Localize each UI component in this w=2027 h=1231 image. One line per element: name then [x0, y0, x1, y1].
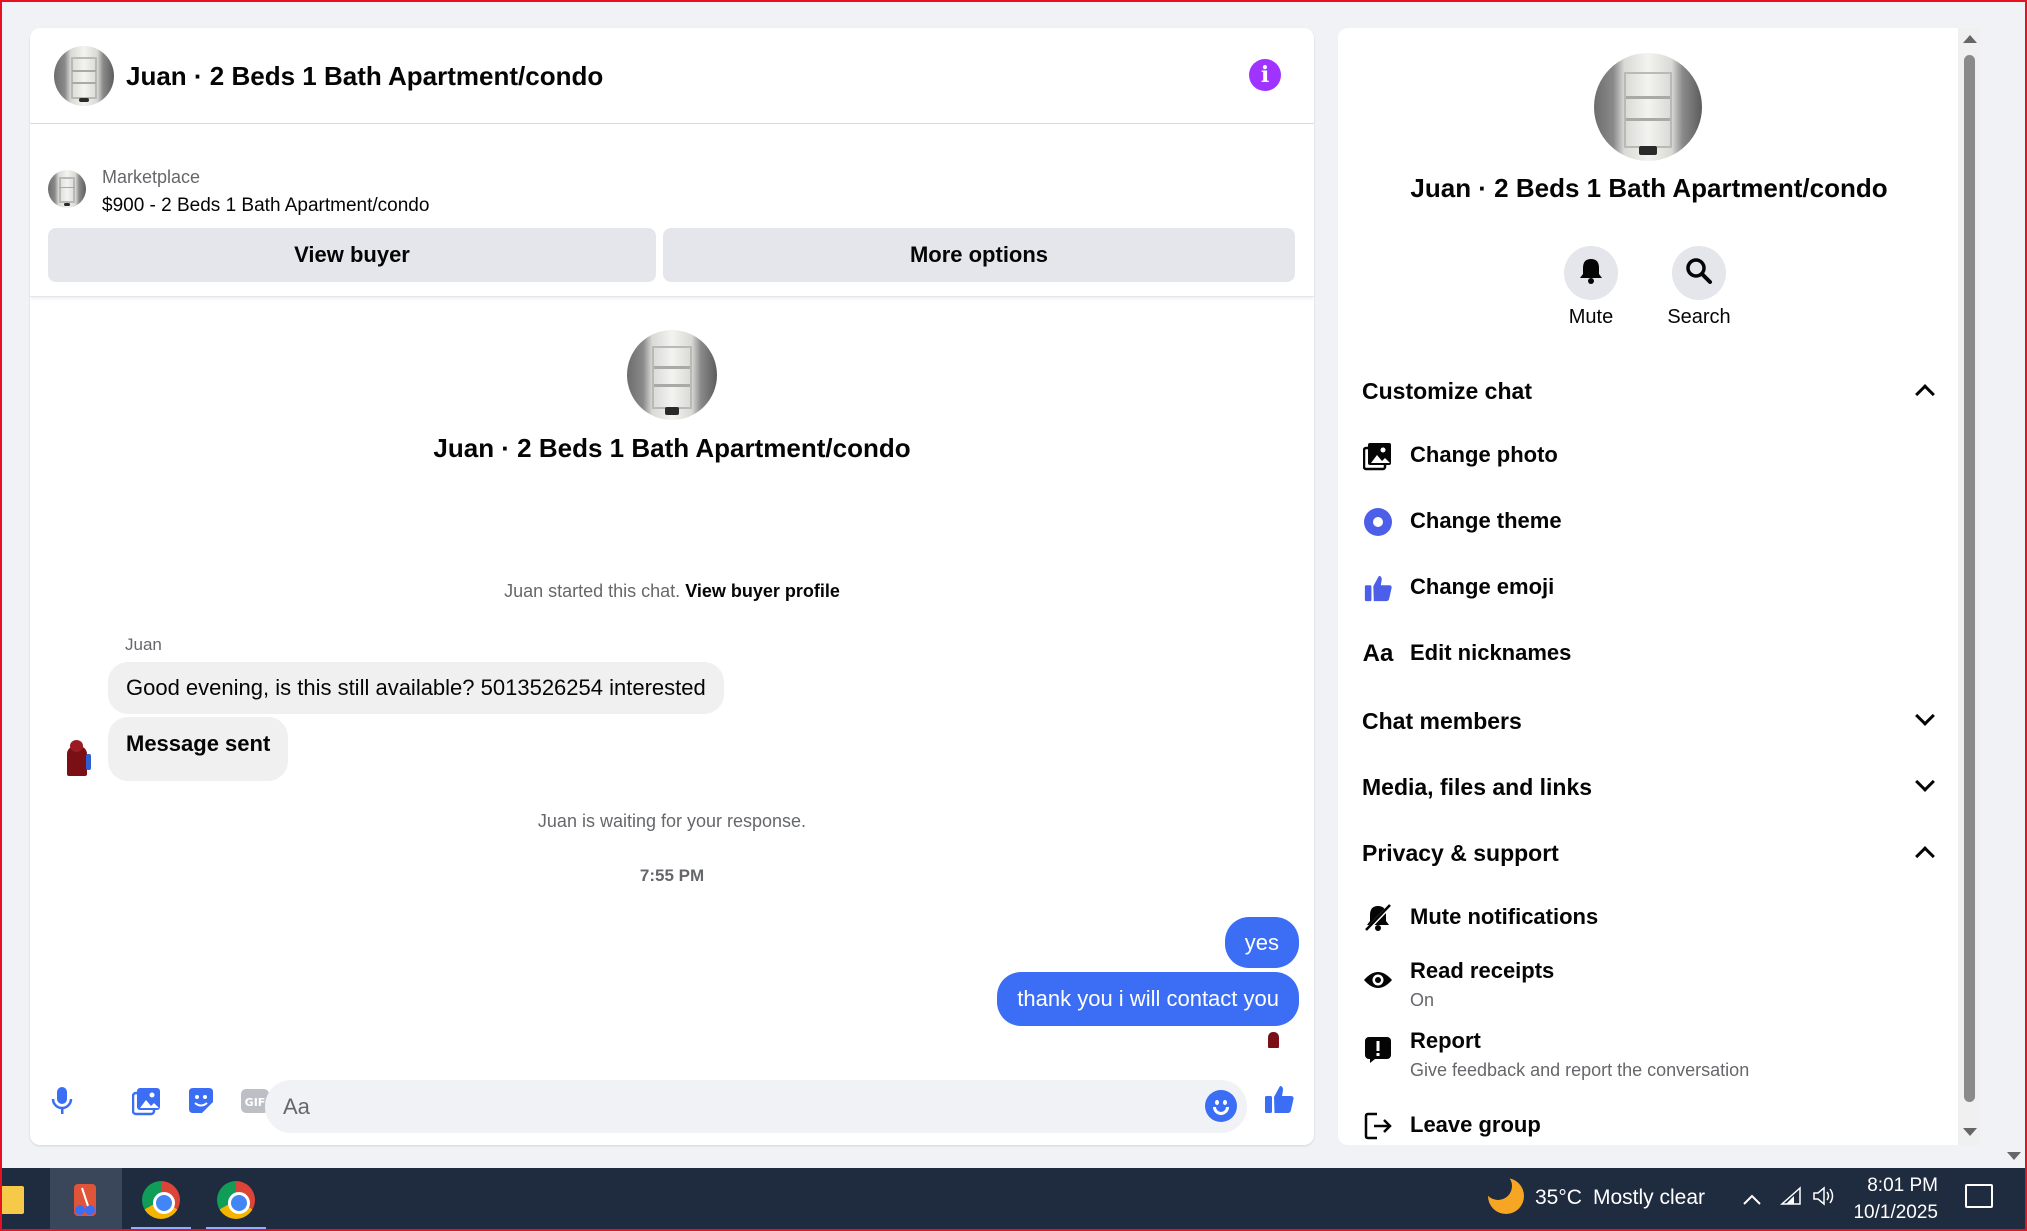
page-scroll-down-arrow-icon[interactable] — [2007, 1152, 2021, 1160]
customize-chat-header[interactable]: Customize chat — [1362, 378, 1935, 405]
mute-label: Mute — [1568, 306, 1614, 328]
report-alert-icon — [1362, 1034, 1394, 1066]
eye-icon — [1362, 964, 1394, 996]
taskbar-app-snipping[interactable] — [50, 1168, 122, 1231]
message-timestamp: 7:55 PM — [639, 866, 705, 885]
chat-members-header[interactable]: Chat members — [1362, 706, 1935, 735]
sender-avatar[interactable] — [56, 738, 98, 780]
sender-name: Juan — [125, 635, 162, 654]
taskbar-app-chrome[interactable] — [125, 1168, 197, 1231]
clock-time[interactable]: 8:01 PM — [1858, 1175, 1938, 1197]
leave-group-item[interactable]: Leave group — [1362, 1106, 1932, 1145]
waiting-note: Juan is waiting for your response. — [537, 811, 807, 831]
started-text: Juan started this chat. — [504, 581, 681, 601]
thumbs-up-icon — [1362, 572, 1394, 604]
leave-exit-icon — [1362, 1110, 1394, 1142]
weather-condition[interactable]: Mostly clear — [1593, 1186, 1705, 1210]
search-button[interactable] — [1672, 246, 1726, 300]
edit-nicknames-item[interactable]: Aa Edit nicknames — [1362, 634, 1932, 674]
chevron-down-icon — [1915, 772, 1935, 792]
conversation-name: Juan · 2 Beds 1 Bath Apartment/condo — [1410, 173, 1888, 203]
intro-avatar — [627, 330, 717, 420]
listing-title[interactable]: $900 - 2 Beds 1 Bath Apartment/condo — [102, 195, 429, 217]
network-icon[interactable] — [1780, 1186, 1802, 1212]
chat-started-note: Juan started this chat. View buyer profi… — [30, 581, 1314, 602]
change-theme-label: Change theme — [1410, 508, 1562, 533]
change-emoji-label: Change emoji — [1410, 574, 1555, 599]
chevron-up-icon — [1915, 384, 1935, 404]
view-buyer-button[interactable]: View buyer — [48, 228, 656, 282]
incoming-message[interactable]: Message sent — [108, 717, 289, 781]
mute-notifications-item[interactable]: Mute notifications — [1362, 898, 1932, 938]
marketplace-banner: Marketplace $900 - 2 Beds 1 Bath Apartme… — [30, 125, 1314, 297]
bell-off-icon — [1362, 902, 1394, 934]
marketplace-label: Marketplace — [102, 167, 201, 187]
incoming-message[interactable]: Good evening, is this still available? 5… — [108, 662, 724, 714]
info-icon[interactable]: i — [1249, 59, 1281, 91]
privacy-support-header[interactable]: Privacy & support — [1362, 840, 1935, 867]
leave-group-label: Leave group — [1410, 1112, 1541, 1137]
scrollbar-thumb[interactable] — [1964, 55, 1975, 1102]
text-aa-icon: Aa — [1362, 640, 1394, 667]
change-photo-item[interactable]: Change photo — [1362, 436, 1932, 476]
snipping-tool-icon — [74, 1183, 96, 1216]
message-composer: GIF — [30, 1068, 1314, 1138]
change-photo-label: Change photo — [1410, 442, 1558, 467]
chat-panel: Juan · 2 Beds 1 Bath Apartment/condo i M… — [30, 28, 1314, 1145]
conversation-info-panel: Juan · 2 Beds 1 Bath Apartment/condo Mut… — [1338, 28, 1980, 1145]
emoji-icon[interactable] — [1205, 1090, 1237, 1122]
image-icon — [1362, 440, 1394, 472]
mute-notifications-label: Mute notifications — [1410, 904, 1599, 929]
read-receipts-item[interactable]: Read receipts On — [1362, 952, 1932, 1012]
thumbs-up-icon[interactable] — [1262, 1082, 1296, 1116]
volume-icon[interactable] — [1812, 1186, 1836, 1212]
windows-taskbar: 35°C Mostly clear 8:01 PM 10/1/2025 — [0, 1168, 2027, 1231]
chrome-icon — [217, 1180, 255, 1219]
mute-button[interactable] — [1564, 246, 1618, 300]
read-receipts-value: On — [1410, 990, 1435, 1010]
scroll-down-arrow-icon[interactable] — [1963, 1128, 1977, 1136]
microphone-icon[interactable] — [45, 1084, 79, 1118]
chat-header: Juan · 2 Beds 1 Bath Apartment/condo i — [30, 28, 1314, 124]
chevron-down-icon — [1915, 706, 1935, 726]
weather-moon-icon[interactable] — [1484, 1172, 1524, 1214]
media-files-links-header[interactable]: Media, files and links — [1362, 772, 1935, 801]
more-options-button[interactable]: More options — [663, 228, 1295, 282]
read-receipts-label: Read receipts — [1410, 958, 1555, 983]
edit-nicknames-label: Edit nicknames — [1410, 640, 1572, 665]
message-input[interactable] — [265, 1080, 1247, 1133]
outgoing-message[interactable]: thank you i will contact you — [997, 972, 1299, 1026]
view-buyer-profile-link[interactable]: View buyer profile — [685, 581, 840, 601]
clock-date[interactable]: 10/1/2025 — [1848, 1202, 1938, 1224]
intro-name: Juan · 2 Beds 1 Bath Apartment/condo — [433, 433, 911, 463]
theme-circle-icon — [1362, 506, 1394, 538]
chevron-up-icon — [1915, 846, 1935, 866]
report-description: Give feedback and report the conversatio… — [1410, 1060, 1750, 1080]
notification-center-icon[interactable] — [1965, 1184, 1993, 1208]
chat-avatar[interactable] — [54, 46, 114, 106]
chat-title[interactable]: Juan · 2 Beds 1 Bath Apartment/condo — [126, 61, 603, 92]
conversation-avatar — [1594, 53, 1702, 161]
report-label: Report — [1410, 1028, 1481, 1053]
weather-temperature[interactable]: 35°C — [1535, 1186, 1582, 1210]
chrome-icon — [142, 1180, 180, 1219]
bell-icon — [1578, 257, 1604, 290]
sticker-icon[interactable] — [184, 1084, 218, 1118]
change-theme-item[interactable]: Change theme — [1362, 502, 1932, 542]
search-label: Search — [1667, 306, 1731, 328]
scroll-up-arrow-icon[interactable] — [1963, 35, 1977, 43]
report-item[interactable]: Report Give feedback and report the conv… — [1362, 1022, 1932, 1082]
file-explorer-icon[interactable] — [0, 1186, 24, 1214]
change-emoji-item[interactable]: Change emoji — [1362, 568, 1932, 608]
svg-text:GIF: GIF — [245, 1096, 266, 1109]
search-icon — [1685, 257, 1713, 290]
seen-indicator-avatar — [1263, 1028, 1285, 1050]
photo-icon[interactable] — [130, 1084, 164, 1118]
taskbar-app-chrome-profile[interactable] — [200, 1168, 272, 1231]
show-hidden-icons-chevron-icon[interactable] — [1742, 1186, 1762, 1212]
listing-thumbnail[interactable] — [48, 170, 86, 208]
outgoing-message[interactable]: yes — [1224, 917, 1299, 968]
